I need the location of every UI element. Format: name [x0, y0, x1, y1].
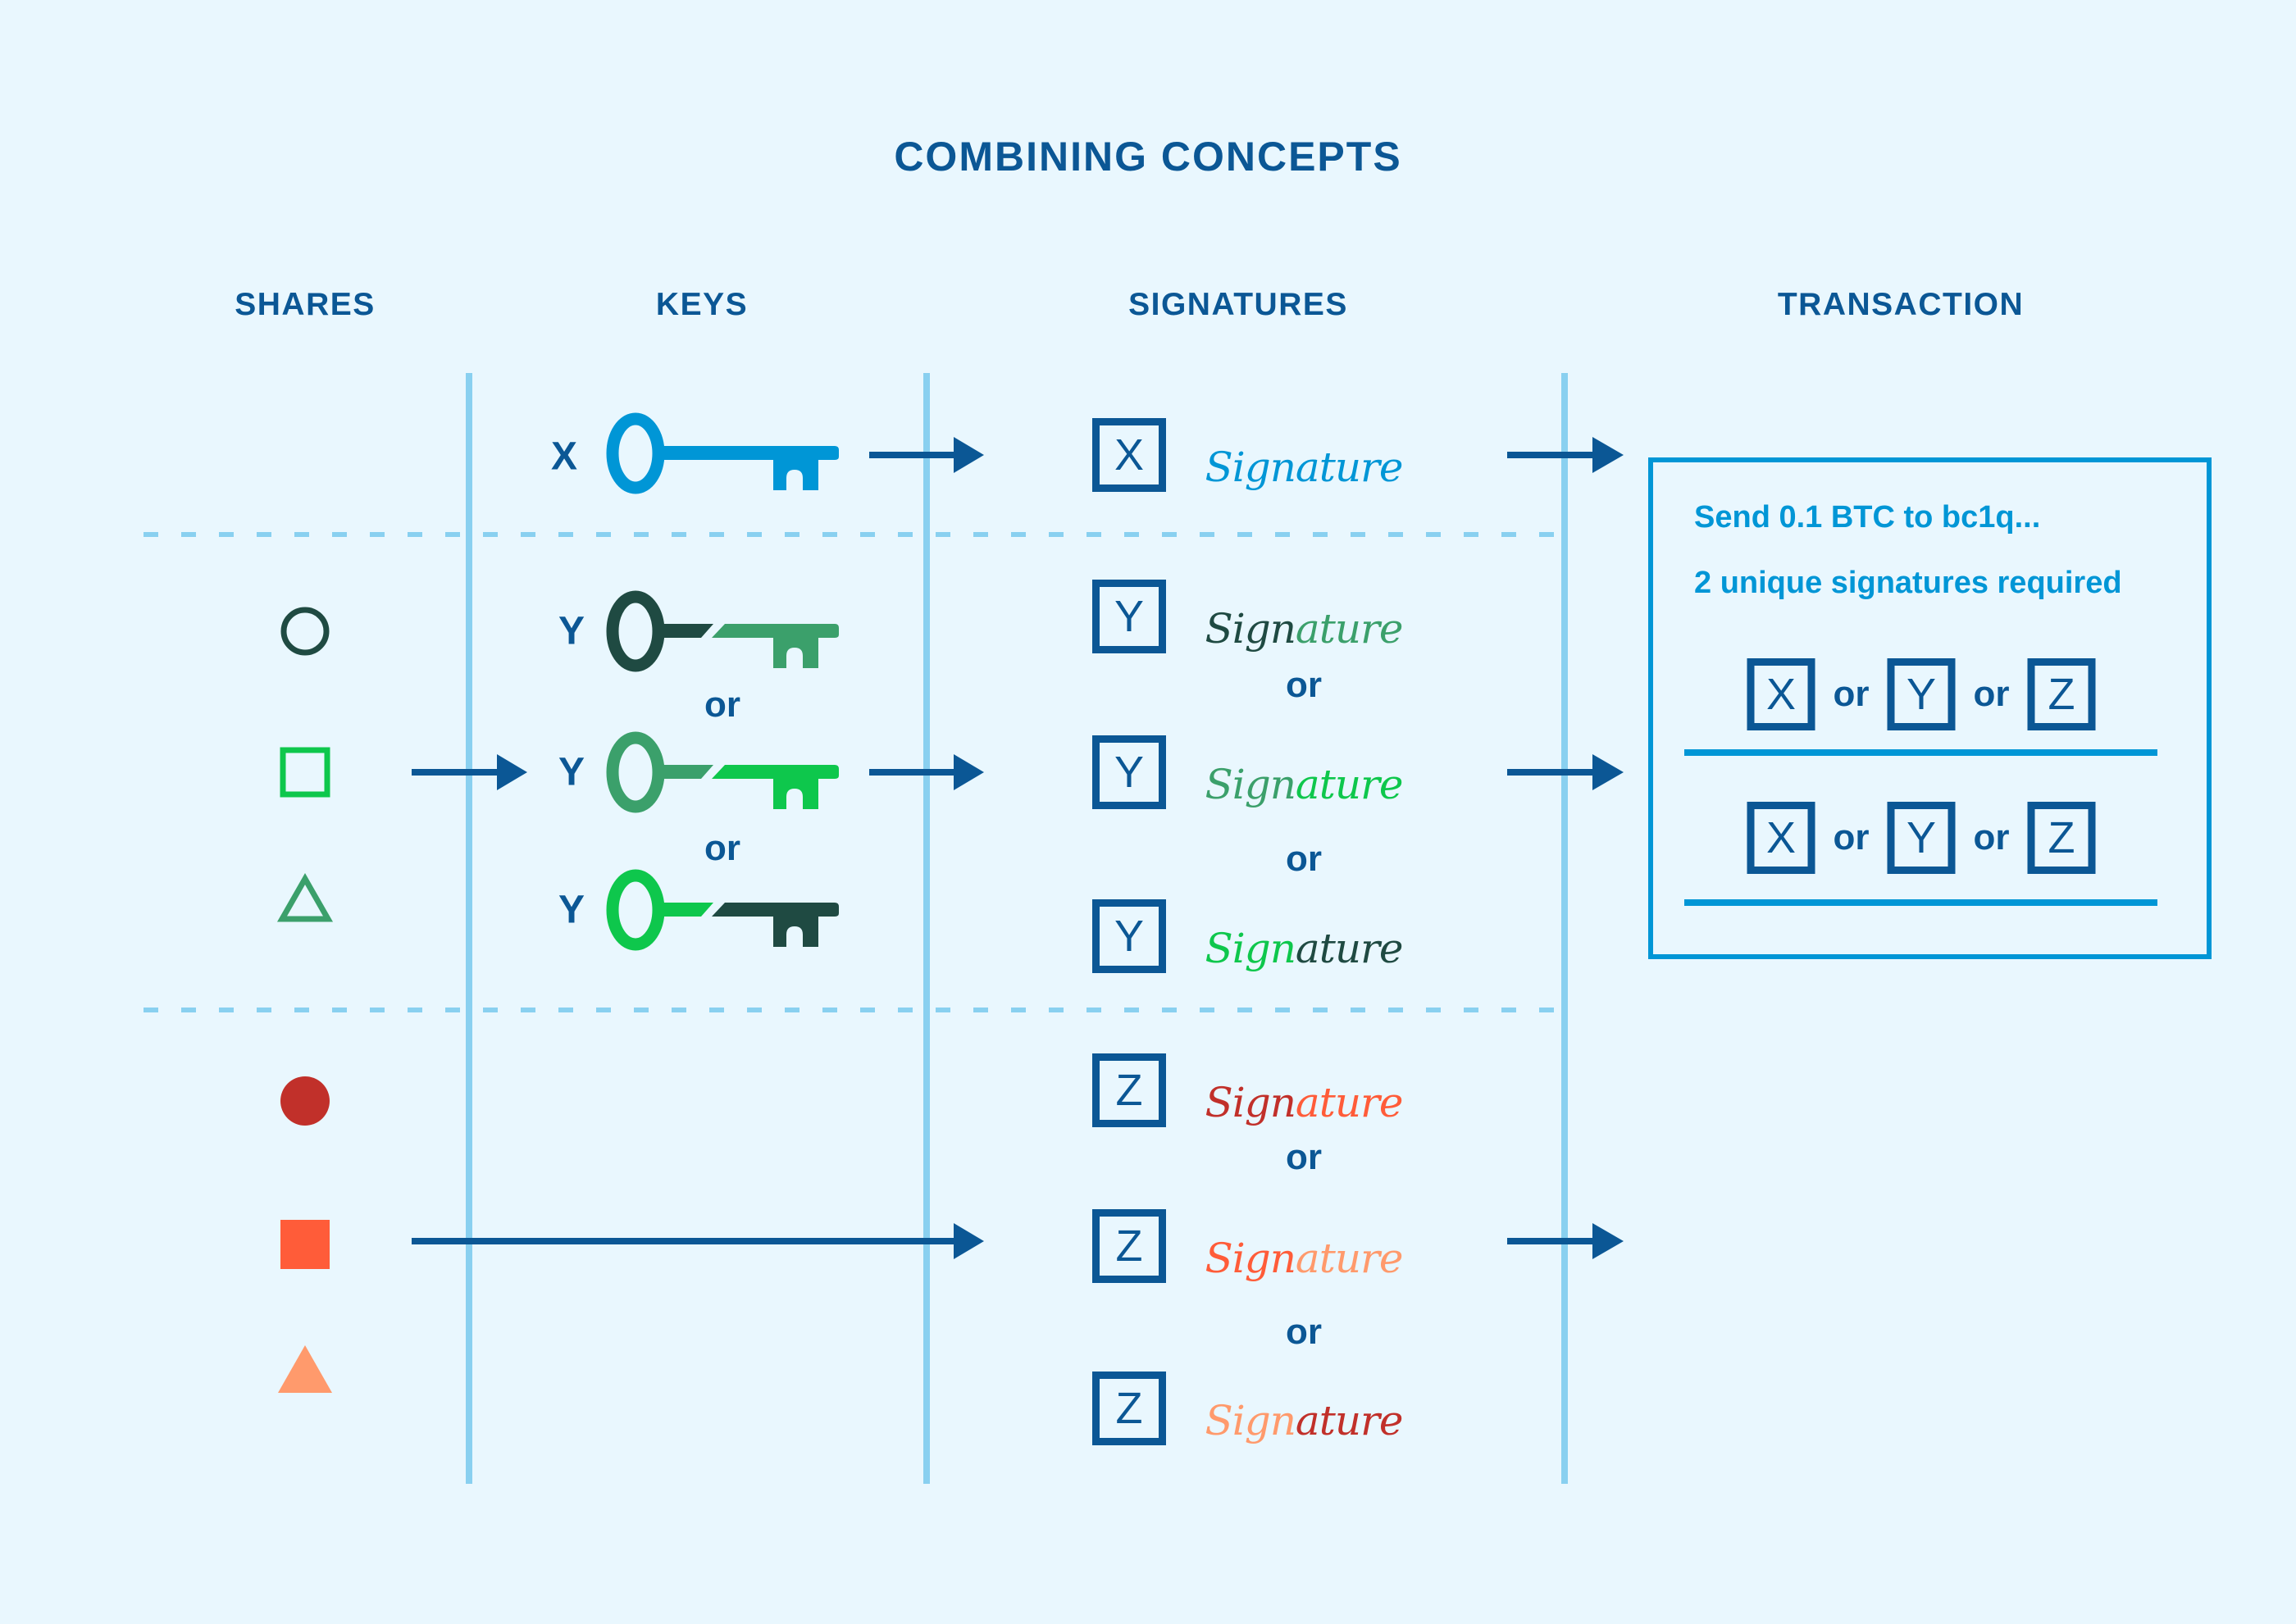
- slot-option-y: Y: [1887, 802, 1956, 874]
- arrow-y-shares-to-keys: [412, 754, 527, 790]
- signature-line: [1684, 749, 2157, 756]
- slot-option-z: Z: [2027, 658, 2096, 730]
- arrow-y-signatures-to-transaction: [1507, 754, 1624, 790]
- signature-box-z: Z: [1092, 1053, 1166, 1127]
- circle-filled-share-icon: [280, 1076, 330, 1126]
- or-label: or: [704, 685, 740, 725]
- signature-script: Signature: [1205, 925, 1404, 972]
- key-icon: [606, 412, 839, 494]
- signature-end: ature: [1295, 761, 1404, 808]
- signature-start: Sign: [1205, 444, 1296, 491]
- triangle-filled-share-icon: [278, 1345, 332, 1393]
- signature-script: Signature: [1205, 1235, 1404, 1282]
- signature-box-x: X: [1092, 418, 1166, 492]
- transaction-send-text: Send 0.1 BTC to bc1q...: [1694, 500, 2041, 535]
- signature-box-z: Z: [1092, 1372, 1166, 1445]
- signature-end: ature: [1295, 444, 1404, 491]
- signature-script: Signature: [1205, 761, 1404, 808]
- slot-option-x: X: [1747, 658, 1815, 730]
- signature-end: ature: [1295, 605, 1404, 653]
- slot-option-y: Y: [1887, 658, 1956, 730]
- key-label-y: Y: [558, 609, 585, 653]
- or-label: or: [1973, 674, 2010, 714]
- slot-option-x: X: [1747, 802, 1815, 874]
- signature-start: Sign: [1205, 925, 1296, 972]
- arrow-y-keys-to-signatures: [869, 754, 984, 790]
- signature-end: ature: [1295, 1235, 1404, 1282]
- arrow-x-signature-to-transaction: [1507, 437, 1624, 473]
- key-icon: [606, 590, 839, 672]
- transaction-signature-slot-2: X or Y or Z: [1747, 802, 2096, 874]
- or-label: or: [1286, 839, 1322, 879]
- key-label-x: X: [550, 434, 578, 479]
- signature-box-y: Y: [1092, 580, 1166, 653]
- signature-start: Sign: [1205, 1079, 1296, 1126]
- transaction-signature-slot-1: X or Y or Z: [1747, 658, 2096, 730]
- circle-outline-share-icon: [280, 607, 330, 656]
- signature-script: Signature: [1205, 1397, 1404, 1444]
- or-label: or: [1286, 1312, 1322, 1352]
- square-outline-share-icon: [280, 747, 330, 798]
- transaction-requirement-text: 2 unique signatures required: [1694, 566, 2122, 600]
- signature-end: ature: [1295, 1079, 1404, 1126]
- signature-box-y: Y: [1092, 735, 1166, 809]
- or-label: or: [704, 828, 740, 868]
- or-label: or: [1286, 1137, 1322, 1177]
- key-label-y: Y: [558, 888, 585, 932]
- signature-script: Signature: [1205, 1079, 1404, 1126]
- signature-box-y: Y: [1092, 899, 1166, 973]
- signature-start: Sign: [1205, 605, 1296, 653]
- or-label: or: [1833, 817, 1870, 857]
- signature-start: Sign: [1205, 761, 1296, 808]
- square-filled-share-icon: [280, 1220, 330, 1269]
- arrow-z-shares-to-signatures: [412, 1223, 984, 1259]
- or-label: or: [1973, 817, 2010, 857]
- signature-start: Sign: [1205, 1235, 1296, 1282]
- signature-box-z: Z: [1092, 1209, 1166, 1283]
- or-label: or: [1833, 674, 1870, 714]
- or-label: or: [1286, 665, 1322, 705]
- slot-option-z: Z: [2027, 802, 2096, 874]
- signature-script: Signature: [1205, 444, 1404, 491]
- signature-script: Signature: [1205, 605, 1404, 653]
- key-label-y: Y: [558, 750, 585, 794]
- signature-end: ature: [1295, 925, 1404, 972]
- signature-start: Sign: [1205, 1397, 1296, 1444]
- triangle-outline-share-icon: [276, 872, 334, 922]
- key-icon: [606, 731, 839, 813]
- signature-line: [1684, 899, 2157, 906]
- arrow-x-key-to-signature: [869, 437, 984, 473]
- signature-end: ature: [1295, 1397, 1404, 1444]
- arrow-z-signatures-to-transaction: [1507, 1223, 1624, 1259]
- key-icon: [606, 869, 839, 951]
